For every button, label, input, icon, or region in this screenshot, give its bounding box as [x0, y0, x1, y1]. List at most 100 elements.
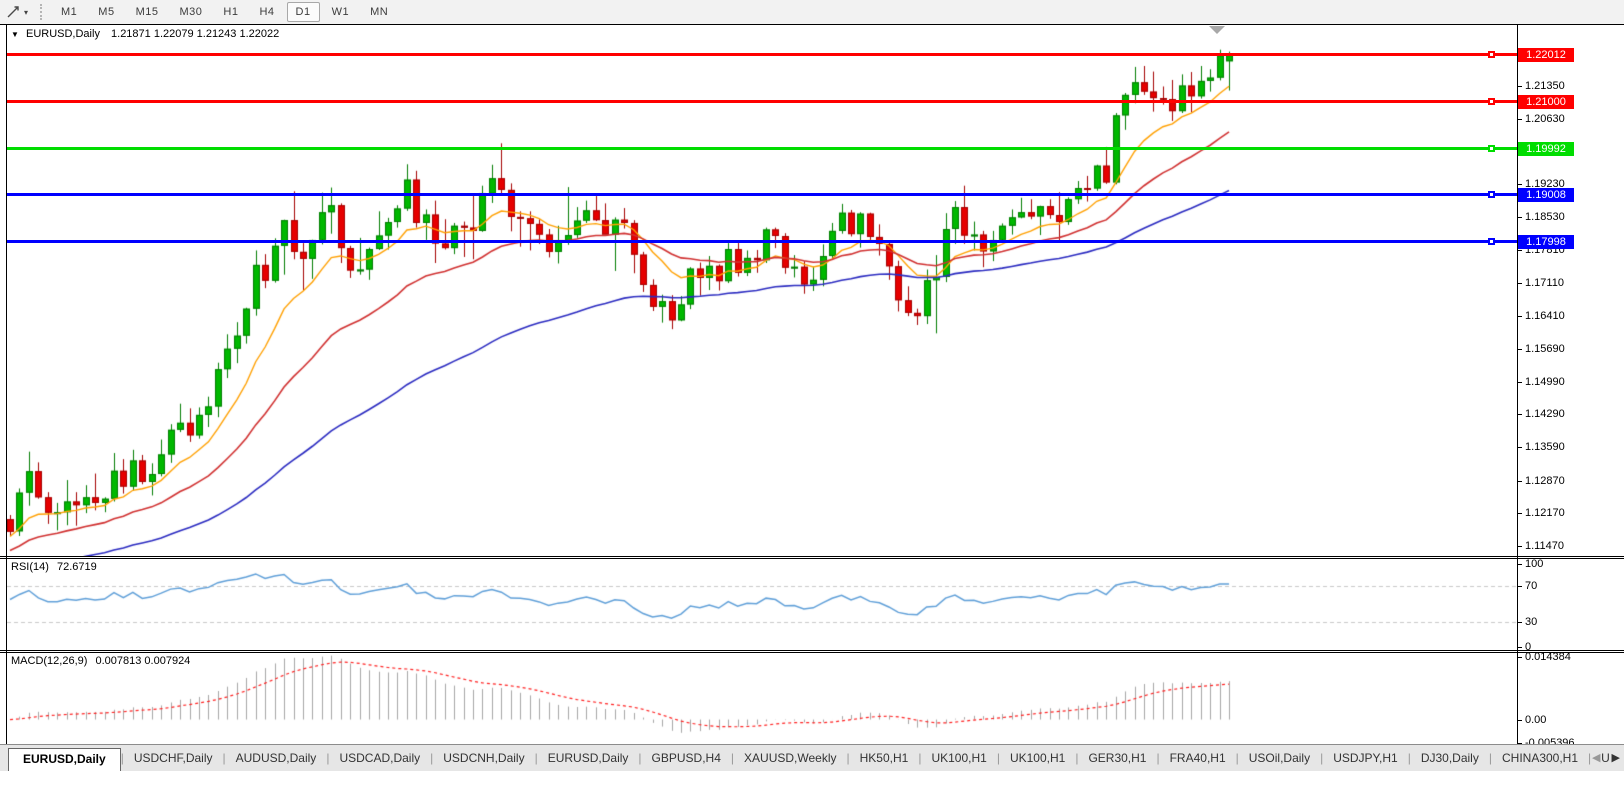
timeframe-buttons: M1M5M15M30H1H4D1W1MN [52, 2, 400, 22]
price-axis-line [1517, 24, 1518, 748]
hline-drag-handle[interactable] [1488, 191, 1495, 198]
chart-tab-7[interactable]: XAUUSD,Weekly [734, 748, 846, 768]
hline-price-badge: 1.21000 [1518, 95, 1574, 109]
rsi-name: RSI(14) [11, 561, 49, 573]
chart-window: ▼ EURUSD,Daily 1.21871 1.22079 1.21243 1… [0, 24, 1624, 795]
chart-tab-10[interactable]: UK100,H1 [1000, 748, 1075, 768]
timeframe-button-H4[interactable]: H4 [250, 2, 283, 22]
tab-scroll-arrows: ◀ ▶ [1584, 751, 1620, 764]
rsi-axis-label: 70 [1525, 580, 1537, 592]
mt4-window: ▾ M1M5M15M30H1H4D1W1MN ▼ EURUSD,Daily 1.… [0, 0, 1624, 795]
price-axis-label: 1.11470 [1525, 540, 1564, 552]
horizontal-line[interactable] [7, 240, 1517, 243]
macd-axis-label: 0.00 [1525, 714, 1546, 726]
timeframe-button-M30[interactable]: M30 [170, 2, 211, 22]
rsi-axis-tick [1517, 564, 1522, 565]
macd-name: MACD(12,26,9) [11, 655, 87, 667]
rsi-axis-label: 30 [1525, 616, 1537, 628]
timeframe-button-M15[interactable]: M15 [127, 2, 168, 22]
chart-tab-11[interactable]: GER30,H1 [1078, 748, 1156, 768]
chart-cursor-glyph [6, 4, 22, 20]
chart-tabs: EURUSD,Daily|USDCHF,Daily|AUDUSD,Daily|U… [0, 744, 1624, 771]
dropdown-caret-icon[interactable]: ▾ [24, 8, 36, 17]
chart-tab-5[interactable]: EURUSD,Daily [538, 748, 639, 768]
toolbar-grip[interactable] [40, 4, 44, 20]
timeframe-button-MN[interactable]: MN [361, 2, 397, 22]
hline-drag-handle[interactable] [1488, 98, 1495, 105]
macd-canvas[interactable] [7, 653, 1517, 746]
timeframe-button-M5[interactable]: M5 [89, 2, 123, 22]
horizontal-line[interactable] [7, 100, 1517, 103]
price-axis-tick [1517, 349, 1522, 350]
price-axis-label: 1.15690 [1525, 343, 1565, 355]
rsi-axis-tick [1517, 622, 1522, 623]
price-axis-tick [1517, 382, 1522, 383]
hline-price-badge: 1.17998 [1518, 235, 1574, 249]
rsi-value: 72.6719 [57, 561, 97, 573]
chart-tab-8[interactable]: HK50,H1 [850, 748, 919, 768]
chart-tab-0[interactable]: EURUSD,Daily [8, 748, 121, 772]
chart-tab-14[interactable]: USDJPY,H1 [1323, 748, 1407, 768]
price-axis-tick [1517, 316, 1522, 317]
price-axis-tick [1517, 546, 1522, 547]
chart-title-symbol: EURUSD,Daily [26, 28, 100, 40]
chart-tab-9[interactable]: UK100,H1 [921, 748, 996, 768]
chart-tab-4[interactable]: USDCNH,Daily [433, 748, 534, 768]
price-axis-tick [1517, 513, 1522, 514]
price-axis-label: 1.13590 [1525, 441, 1565, 453]
macd-values: 0.007813 0.007924 [95, 655, 190, 667]
timeframe-button-W1[interactable]: W1 [323, 2, 359, 22]
price-axis-label: 1.12870 [1525, 475, 1565, 487]
hline-drag-handle[interactable] [1488, 51, 1495, 58]
rsi-label: RSI(14) 72.6719 [11, 561, 97, 573]
price-axis-label: 1.17110 [1525, 277, 1564, 289]
chart-cursor-icon[interactable] [4, 3, 24, 21]
collapse-caret-icon[interactable]: ▼ [11, 30, 19, 39]
price-axis-tick [1517, 119, 1522, 120]
chart-tab-2[interactable]: AUDUSD,Daily [226, 748, 327, 768]
timeframe-button-M1[interactable]: M1 [52, 2, 86, 22]
chart-title[interactable]: ▼ EURUSD,Daily 1.21871 1.22079 1.21243 1… [11, 28, 279, 40]
price-axis-tick [1517, 414, 1522, 415]
macd-axis-tick [1517, 657, 1522, 658]
chart-tab-3[interactable]: USDCAD,Daily [329, 748, 430, 768]
chart-title-ohlc: 1.21871 1.22079 1.21243 1.22022 [111, 28, 279, 40]
price-axis-label: 1.14290 [1525, 408, 1565, 420]
rsi-axis-label: 100 [1525, 558, 1543, 570]
macd-axis-tick [1517, 720, 1522, 721]
chart-tab-15[interactable]: DJ30,Daily [1411, 748, 1489, 768]
toolbar: ▾ M1M5M15M30H1H4D1W1MN [0, 0, 1624, 24]
price-chart-canvas[interactable] [7, 25, 1517, 556]
hline-drag-handle[interactable] [1488, 145, 1495, 152]
chart-tab-1[interactable]: USDCHF,Daily [124, 748, 223, 768]
price-axis-tick [1517, 184, 1522, 185]
tab-scroll-left-icon[interactable]: ◀ [1592, 752, 1600, 764]
horizontal-line[interactable] [7, 53, 1517, 56]
pane-separator[interactable] [0, 650, 1624, 651]
chart-tab-12[interactable]: FRA40,H1 [1160, 748, 1236, 768]
chart-tab-13[interactable]: USOil,Daily [1239, 748, 1320, 768]
hline-drag-handle[interactable] [1488, 238, 1495, 245]
rsi-canvas[interactable] [7, 559, 1517, 649]
price-axis-tick [1517, 447, 1522, 448]
price-axis-label: 1.14990 [1525, 376, 1565, 388]
price-axis-tick [1517, 481, 1522, 482]
price-axis-label: 1.20630 [1525, 113, 1565, 125]
price-axis-label: 1.16410 [1525, 310, 1565, 322]
horizontal-line[interactable] [7, 193, 1517, 196]
timeframe-button-D1[interactable]: D1 [287, 2, 320, 22]
chart-shift-marker-icon[interactable] [1209, 26, 1225, 34]
price-axis-tick [1517, 250, 1522, 251]
pane-separator[interactable] [0, 556, 1624, 557]
horizontal-line[interactable] [7, 147, 1517, 150]
price-axis-label: 1.12170 [1525, 507, 1565, 519]
chart-tab-16[interactable]: CHINA300,H1 [1492, 748, 1588, 768]
price-axis-label: 1.21350 [1525, 80, 1565, 92]
chart-tab-6[interactable]: GBPUSD,H4 [642, 748, 731, 768]
tab-scroll-right-icon[interactable]: ▶ [1612, 752, 1620, 764]
rsi-axis-tick [1517, 647, 1522, 648]
timeframe-button-H1[interactable]: H1 [214, 2, 247, 22]
price-axis-tick [1517, 283, 1522, 284]
rsi-axis-tick [1517, 586, 1522, 587]
price-axis-tick [1517, 86, 1522, 87]
